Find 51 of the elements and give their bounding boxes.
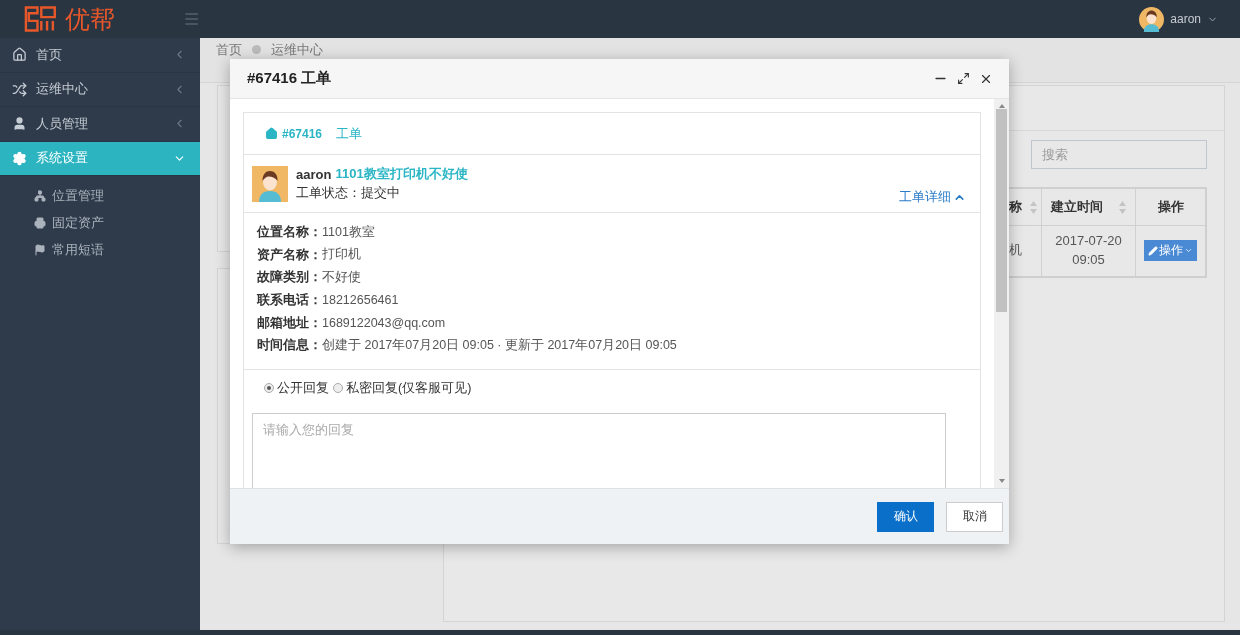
field-value: 打印机 [322, 246, 361, 264]
search-field[interactable]: 搜索 [1031, 140, 1207, 169]
printer-icon [34, 216, 46, 229]
ticket-status: 工单状态：提交中 [296, 185, 401, 202]
field-label: 位置名称： [257, 223, 322, 242]
settings-icon [12, 150, 27, 166]
field-label: 资产名称： [257, 245, 322, 264]
confirm-button[interactable]: 确认 [877, 501, 934, 532]
column-header[interactable]: 建立时间 [1041, 188, 1136, 226]
app-logo-text: 优帮 [64, 6, 115, 32]
radio-button[interactable] [264, 383, 274, 394]
field-label: 联系电话： [257, 291, 322, 310]
scrollbar[interactable] [994, 99, 1009, 488]
shuffle-icon [12, 81, 27, 97]
home-icon [12, 47, 27, 63]
sidebar-item[interactable]: 运维中心 [0, 72, 200, 107]
submenu-item[interactable]: 固定资产 [0, 209, 200, 236]
separator-dot [252, 45, 261, 54]
field-value: 1101教室 [322, 223, 375, 241]
field-label: 时间信息： [257, 336, 322, 355]
field-label: 故障类别： [257, 268, 322, 287]
action-dropdown-button[interactable]: 操作 [1144, 240, 1197, 262]
person-icon [12, 116, 27, 132]
radio-option[interactable]: 私密回复(仅客服可见) [333, 379, 472, 397]
submenu-item[interactable]: 常用短语 [0, 236, 200, 263]
breadcrumb-item[interactable]: 运维中心 [271, 41, 323, 59]
author-name: aaron [296, 166, 332, 182]
breadcrumb-item[interactable]: 首页 [216, 41, 242, 59]
author-avatar [252, 165, 288, 202]
dialog-title: #67416 工单 [247, 69, 333, 88]
user-avatar[interactable] [1139, 6, 1165, 32]
radio-button[interactable] [333, 383, 343, 394]
submenu-item[interactable]: 位置管理 [0, 182, 200, 209]
menu-icon[interactable] [182, 10, 200, 28]
field-value: 创建于 2017年07月20日 09:05 · 更新于 2017年07月20日 09:05 [322, 336, 677, 354]
details-toggle-link[interactable]: 工单详细 [899, 189, 966, 206]
cancel-button[interactable]: 取消 [946, 501, 1003, 532]
field-value: 1689122043@qq.com [322, 315, 446, 330]
sitemap-icon [34, 189, 46, 202]
home-icon [265, 127, 278, 140]
field-value: 不好使 [322, 269, 361, 286]
field-value: 18212656461 [322, 293, 399, 308]
flag-icon [34, 243, 46, 256]
sidebar-item[interactable]: 人员管理 [0, 107, 200, 142]
maximize-icon[interactable] [957, 72, 970, 85]
logo-icon [24, 5, 57, 33]
reply-field[interactable]: 请输入您的回复 [252, 412, 946, 488]
user-name[interactable]: aaron [1170, 12, 1201, 26]
pencil-icon [1148, 245, 1158, 256]
radio-option[interactable]: 公开回复 [264, 379, 329, 397]
field-label: 邮箱地址： [257, 313, 322, 332]
